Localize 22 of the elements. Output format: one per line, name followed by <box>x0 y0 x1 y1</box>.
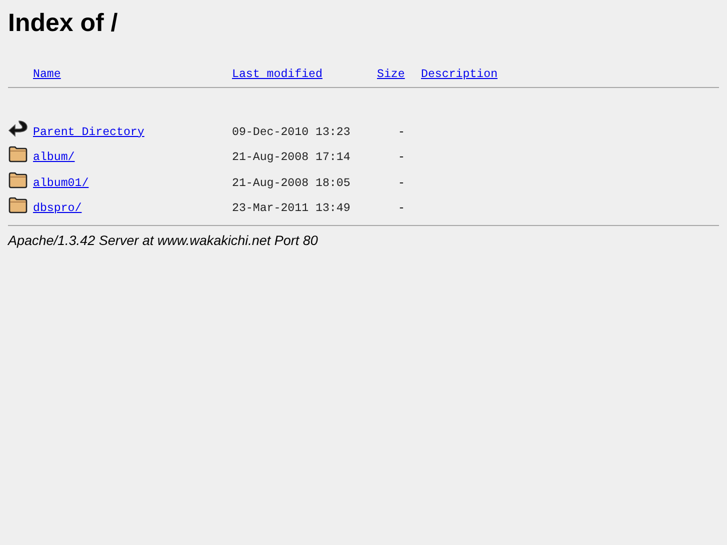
folder-link[interactable]: album/ <box>33 151 75 164</box>
back-arrow-icon <box>8 118 28 138</box>
column-sort-link[interactable]: Size <box>377 68 405 81</box>
folder-icon <box>8 170 28 190</box>
modified-date: 21-Aug-2008 17:14 <box>232 151 352 165</box>
server-signature: Apache/1.3.42 Server at www.wakakichi.net Port 80 <box>8 232 319 250</box>
file-size: - <box>397 151 405 165</box>
folder-link[interactable]: dbspro/ <box>33 202 82 215</box>
folder-icon <box>8 144 28 164</box>
file-size: - <box>397 176 405 190</box>
column-sort-link[interactable]: Name <box>33 68 61 81</box>
page-heading: Index of / <box>8 8 119 38</box>
column-sort-link[interactable]: Description <box>421 68 498 81</box>
file-size: - <box>397 202 405 216</box>
column-sort-link[interactable]: Last modified <box>232 68 322 81</box>
parent-directory-link[interactable]: Parent Directory <box>33 126 144 138</box>
file-size: - <box>397 126 405 140</box>
modified-date: 23-Mar-2011 13:49 <box>232 202 352 216</box>
folder-icon <box>8 195 28 215</box>
folder-link[interactable]: album01/ <box>33 176 89 190</box>
modified-date: 21-Aug-2008 18:05 <box>232 176 352 190</box>
modified-date: 09-Dec-2010 13:23 <box>232 126 352 140</box>
